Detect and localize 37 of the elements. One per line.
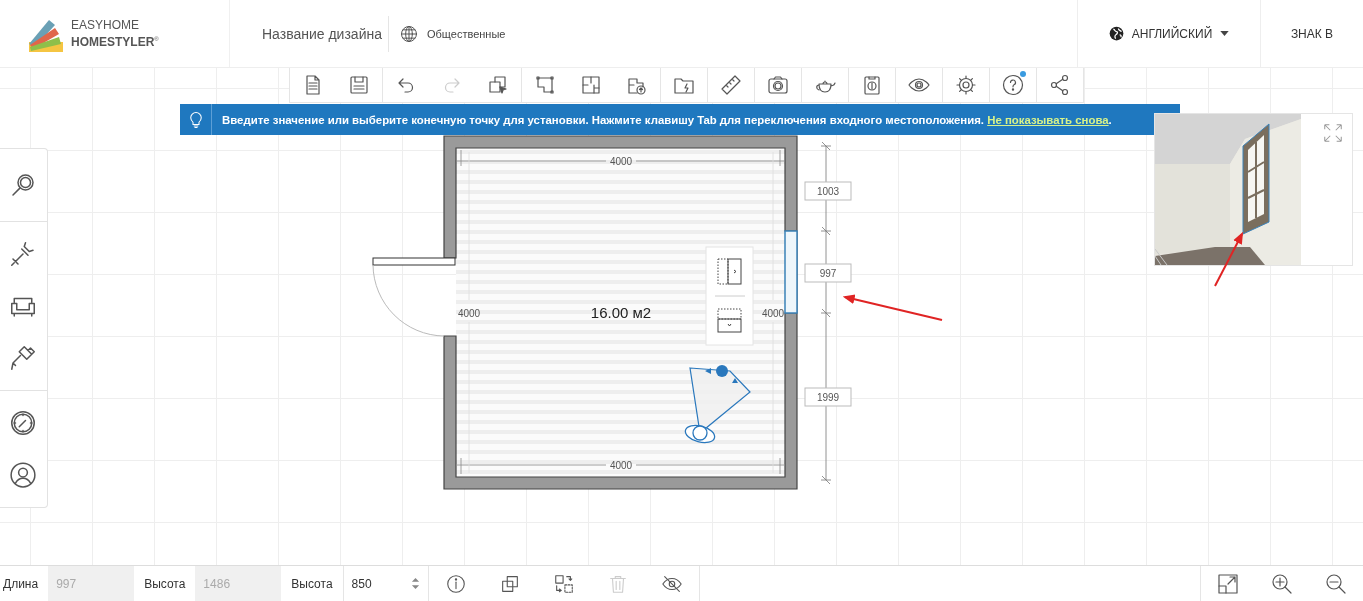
window[interactable]: [784, 230, 798, 314]
caret-icon: [1220, 31, 1230, 36]
globe-icon: [1108, 26, 1124, 41]
number-field[interactable]: 850: [342, 566, 429, 601]
floor-plan-icon[interactable]: [579, 73, 603, 97]
tip-text: Введите значение или выберите конечную точку для установки. Нажмите клавишу Tab для переключения входного местоположения. Не показывать снова.: [222, 113, 1112, 126]
dimension-label: 4000: [761, 308, 785, 319]
dont-show-again-link[interactable]: Не показывать снова: [987, 113, 1109, 126]
visibility-label[interactable]: Общественные: [427, 27, 506, 40]
room-area-label: 16.00 м2: [590, 304, 652, 321]
field-label: Длина: [2, 575, 40, 593]
dimension-label: 4000: [609, 460, 633, 471]
window-flip-icon[interactable]: [717, 308, 742, 333]
settings-icon[interactable]: [954, 73, 978, 97]
help-icon[interactable]: [1001, 73, 1025, 97]
room-outline-icon[interactable]: [533, 73, 557, 97]
door[interactable]: [372, 257, 456, 337]
dimension-field[interactable]: 1003: [804, 181, 852, 201]
annotation-arrow: [1214, 231, 1244, 287]
spinner-icon[interactable]: [410, 576, 420, 591]
dimension-label: 4000: [457, 308, 481, 319]
design-name-button[interactable]: Название дизайна: [262, 15, 389, 52]
ruler-icon[interactable]: [719, 73, 743, 97]
logo-line: EASYHOME: [71, 18, 140, 32]
logo-name: HOMESTYLER$^{®}$: [71, 34, 159, 49]
camera-icon[interactable]: [766, 73, 790, 97]
language-dropdown[interactable]: АНГЛИЙСКИЙ: [1077, 0, 1260, 67]
dimension-field[interactable]: 1999: [804, 387, 852, 407]
field-label: Высота: [143, 575, 187, 593]
save-icon[interactable]: [347, 73, 371, 97]
camera-view-marker[interactable]: [684, 365, 751, 444]
field-label: Высота: [290, 575, 334, 593]
window-swing-icon[interactable]: [717, 258, 742, 285]
dimension-field[interactable]: 997: [804, 263, 852, 283]
sign-in-button[interactable]: ЗНАК В: [1260, 0, 1363, 67]
globe-icon[interactable]: [399, 23, 419, 44]
dimension-label: 4000: [609, 156, 633, 167]
